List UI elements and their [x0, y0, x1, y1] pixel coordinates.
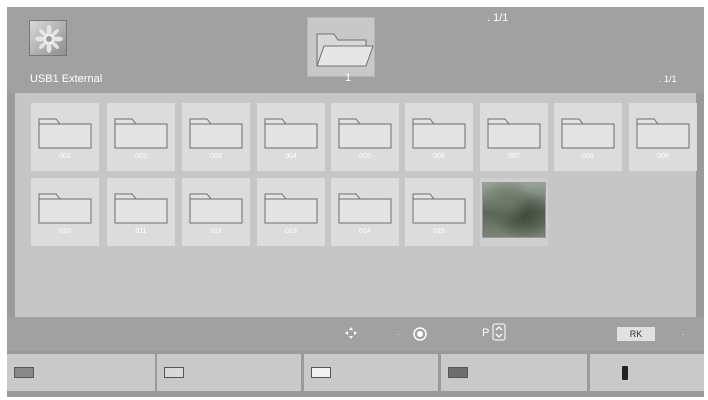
folder-label: 004	[285, 153, 297, 160]
color-key-button-2[interactable]	[157, 354, 301, 391]
folder-item[interactable]: 013	[257, 178, 325, 246]
folder-label: 006	[433, 153, 445, 160]
color-key-button-4[interactable]	[441, 354, 587, 391]
folder-item[interactable]: 014	[331, 178, 399, 246]
folder-label: 001	[59, 153, 71, 160]
folder-icon	[189, 193, 243, 224]
folder-icon	[412, 193, 466, 224]
photo-item[interactable]	[480, 178, 548, 246]
folder-item[interactable]: 002	[107, 103, 175, 171]
folder-label: 002	[135, 153, 147, 160]
folder-label: 013	[285, 228, 297, 235]
folder-icon	[338, 193, 392, 224]
folder-label: 005	[359, 153, 371, 160]
file-browser-grid: 001 002 003 004 005 006 007 008 009 010 011 012 013 0…	[15, 93, 697, 317]
folder-item[interactable]: 004	[257, 103, 325, 171]
page-indicator-top: . 1/1	[487, 12, 509, 24]
red-key-icon	[14, 367, 34, 378]
folder-icon	[636, 118, 690, 149]
control-separator-right: .	[682, 328, 685, 337]
folder-icon	[487, 118, 541, 149]
open-folder-icon	[307, 17, 375, 77]
folder-item[interactable]: 003	[182, 103, 250, 171]
folder-icon	[189, 118, 243, 149]
control-separator: .	[397, 328, 400, 337]
page-label: P	[482, 327, 490, 339]
color-key-button-1[interactable]	[7, 354, 155, 391]
rk-button[interactable]: RK	[617, 327, 655, 341]
folder-item[interactable]: 011	[107, 178, 175, 246]
photo-thumbnail	[482, 182, 546, 238]
folder-icon	[264, 193, 318, 224]
yellow-key-icon	[311, 367, 331, 378]
folder-item[interactable]: 010	[31, 178, 99, 246]
ok-button-icon[interactable]	[413, 327, 427, 341]
folder-icon	[264, 118, 318, 149]
folder-icon	[412, 118, 466, 149]
page-indicator: . 1/1	[659, 74, 677, 84]
folder-label: 009	[657, 153, 669, 160]
folder-label: 007	[508, 153, 520, 160]
folder-item[interactable]: 009	[629, 103, 697, 171]
folder-label: 014	[359, 228, 371, 235]
photo-thumbnail-icon	[29, 20, 67, 56]
remote-icon	[622, 366, 628, 380]
header: USB1 External 1 . 1/1 . 1/1	[7, 7, 704, 93]
folder-item[interactable]: 005	[331, 103, 399, 171]
screen: USB1 External 1 . 1/1 . 1/1 001 002 003 004…	[0, 0, 708, 400]
folder-item[interactable]: 006	[405, 103, 473, 171]
folder-label: 015	[433, 228, 445, 235]
folder-item[interactable]: 015	[405, 178, 473, 246]
folder-item[interactable]: 001	[31, 103, 99, 171]
color-key-button-3[interactable]	[304, 354, 438, 391]
page-switch-icon[interactable]	[492, 323, 506, 341]
folder-label: 012	[210, 228, 222, 235]
folder-icon	[561, 118, 615, 149]
item-count: 1	[345, 72, 352, 84]
folder-item[interactable]: 008	[554, 103, 622, 171]
blue-key-icon	[448, 367, 468, 378]
folder-item[interactable]: 007	[480, 103, 548, 171]
folder-icon	[38, 193, 92, 224]
folder-icon	[38, 118, 92, 149]
navigate-icon	[345, 327, 357, 339]
folder-label: 003	[210, 153, 222, 160]
green-key-icon	[164, 367, 184, 378]
folder-label: 011	[135, 228, 147, 235]
folder-item[interactable]: 012	[182, 178, 250, 246]
folder-label: 008	[582, 153, 594, 160]
color-key-button-5[interactable]	[590, 354, 704, 391]
folder-icon	[114, 118, 168, 149]
control-bar: . P RK .	[7, 317, 704, 351]
folder-icon	[114, 193, 168, 224]
folder-icon	[338, 118, 392, 149]
device-label: USB1 External	[30, 73, 103, 85]
folder-label: 010	[59, 228, 71, 235]
